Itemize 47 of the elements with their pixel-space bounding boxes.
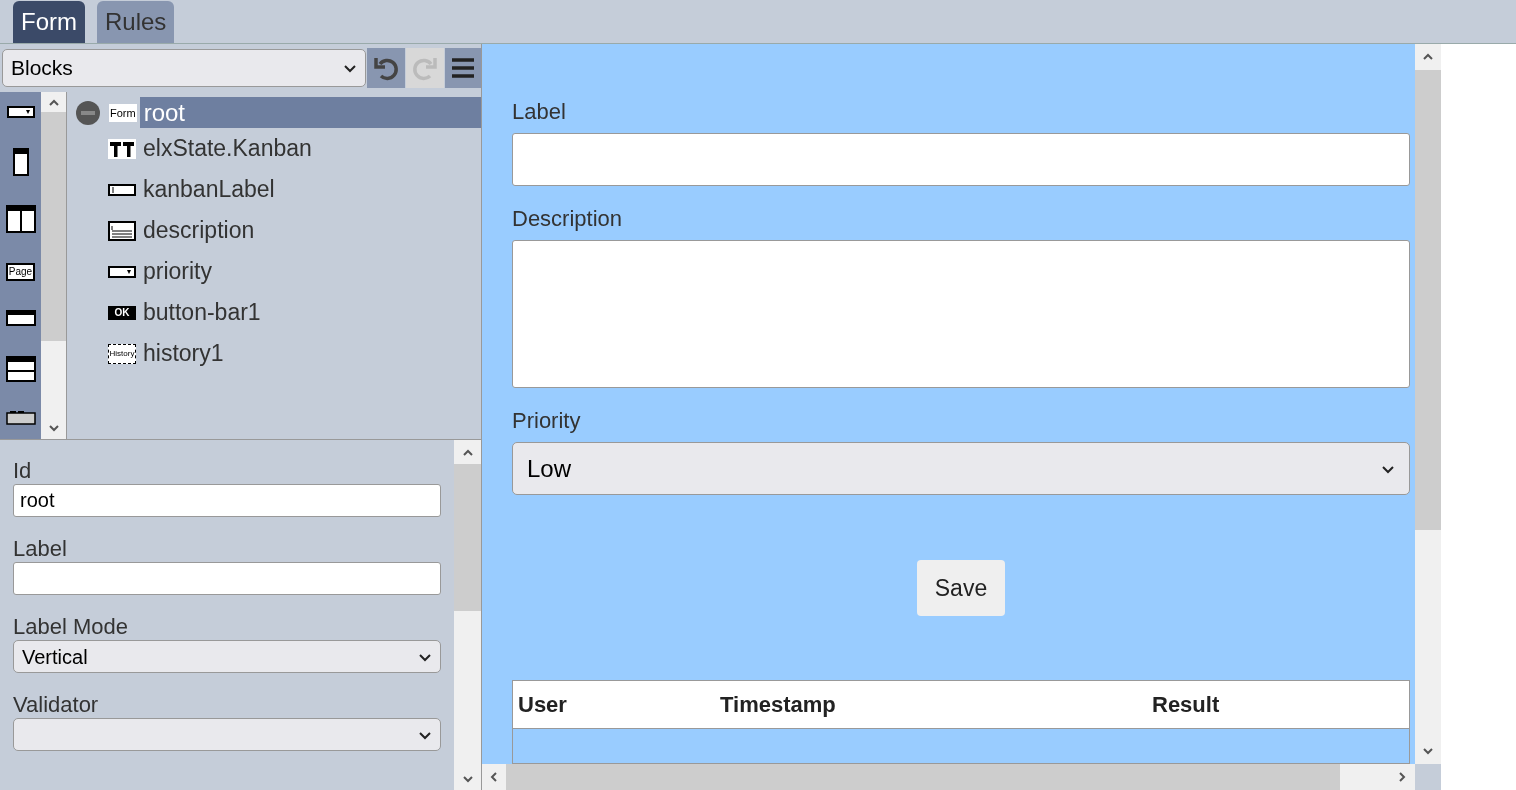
field-label: Validator xyxy=(13,692,100,718)
title-block-icon xyxy=(108,138,136,159)
tab[interactable]: Form xyxy=(13,1,85,43)
tree-item[interactable]: root xyxy=(139,97,481,128)
dropdown-block-icon xyxy=(108,265,136,278)
field-label: Label xyxy=(512,99,567,125)
field-label: Description xyxy=(512,206,624,232)
tray-block-icon[interactable] xyxy=(5,411,36,425)
select-dropdown[interactable]: Vertical xyxy=(13,640,441,673)
field-label: Priority xyxy=(512,408,582,434)
textbox-block-icon xyxy=(108,183,136,196)
page-block-icon[interactable]: Page xyxy=(5,262,36,281)
tree-item[interactable]: priority xyxy=(142,254,213,289)
field-label: Id xyxy=(13,458,33,484)
columns-block-icon[interactable] xyxy=(5,205,36,233)
menu-icon xyxy=(451,57,476,79)
tree-item[interactable]: elxState.Kanban xyxy=(142,131,313,166)
scrollbar-thumb[interactable] xyxy=(1415,70,1441,530)
label-input-field[interactable] xyxy=(512,133,1410,186)
form-block-icon: Form xyxy=(109,103,137,122)
tab[interactable]: Rules xyxy=(97,1,175,43)
ok-block-icon: OK xyxy=(108,305,136,320)
tree-item[interactable]: kanbanLabel xyxy=(142,172,276,207)
dropdown-block-icon[interactable] xyxy=(6,106,35,118)
column-block-icon[interactable] xyxy=(12,147,29,176)
field-label: Label xyxy=(13,536,68,562)
field-label: Label Mode xyxy=(13,614,129,640)
bar-block-icon[interactable] xyxy=(5,310,36,326)
collapse-icon[interactable] xyxy=(75,99,101,126)
scrollbar-thumb[interactable] xyxy=(454,464,481,611)
undo-button[interactable] xyxy=(367,48,406,88)
save-button[interactable]: Save xyxy=(917,560,1005,616)
column-header: User xyxy=(518,691,568,719)
column-header: Timestamp xyxy=(720,691,837,719)
tree-item[interactable]: description xyxy=(142,213,256,248)
history-block-icon: History xyxy=(108,343,136,364)
rows-block-icon[interactable] xyxy=(5,355,36,382)
text-input-field[interactable] xyxy=(13,562,441,595)
blocks-dropdown[interactable]: Blocks xyxy=(2,49,367,87)
scrollbar-thumb[interactable] xyxy=(41,112,66,341)
menu-button[interactable] xyxy=(445,48,481,88)
priority-dropdown[interactable]: Low xyxy=(512,442,1410,495)
tree-item[interactable]: button-bar1 xyxy=(142,295,262,330)
tree-item[interactable]: history1 xyxy=(142,336,225,371)
column-header: Result xyxy=(1152,691,1220,719)
textarea-block-icon xyxy=(108,220,136,241)
text-input-field[interactable]: root xyxy=(13,484,441,517)
